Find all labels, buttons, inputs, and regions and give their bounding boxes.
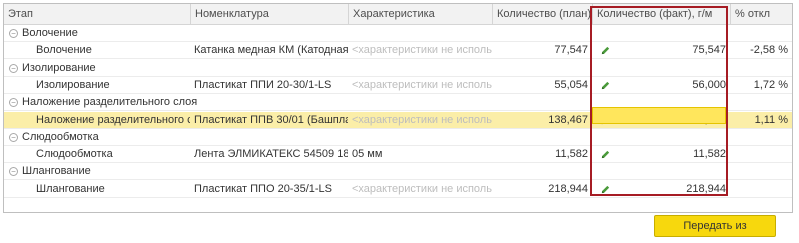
table-row[interactable]: Изолирование Пластикат ППИ 20-30/1-LS <хар…: [4, 77, 792, 94]
row-nomenclature: Пластикат ППО 20-35/1-LS: [194, 182, 332, 195]
table-row[interactable]: Слюдообмотка Лента ЭЛМИКАТЕКС 54509 183 05…: [4, 146, 792, 164]
group-name: Слюдообмотка: [22, 130, 99, 143]
group-row[interactable]: − Волочение: [4, 25, 792, 42]
row-nomenclature: Лента ЭЛМИКАТЕКС 54509 183: [194, 148, 348, 161]
transfer-from-production-button[interactable]: Передать из производства: [654, 215, 776, 243]
group-name: Наложение разделительного слоя: [22, 96, 198, 109]
row-stage: Наложение разделительного слоя: [36, 113, 190, 126]
row-characteristic: <характеристики не используются>: [352, 44, 492, 57]
collapse-toggle-icon[interactable]: −: [9, 63, 18, 73]
collapse-toggle-icon[interactable]: −: [9, 132, 18, 142]
row-nomenclature: Пластикат ППИ 20-30/1-LS: [194, 78, 332, 91]
qty-fact-active-cell[interactable]: [592, 107, 726, 124]
row-qty-fact[interactable]: 75,547: [610, 42, 730, 59]
row-qty-fact[interactable]: 11,582: [610, 146, 730, 163]
row-stage: Волочение: [36, 44, 92, 57]
col-header-qty-fact[interactable]: Количество (факт), г/м: [592, 4, 730, 25]
row-qty-plan: 55,054: [554, 78, 588, 91]
group-name: Волочение: [22, 27, 78, 39]
row-qty-fact[interactable]: 218,944: [610, 181, 730, 198]
row-stage: Изолирование: [36, 78, 110, 91]
group-name: Шлангование: [22, 165, 91, 178]
row-pct-dev: -2,58 %: [750, 44, 788, 57]
table-row[interactable]: Шлангование Пластикат ППО 20-35/1-LS <хара…: [4, 181, 792, 198]
row-characteristic: <характеристики не используются>: [352, 182, 492, 195]
col-header-pct-dev[interactable]: % откл: [730, 4, 792, 25]
pencil-icon[interactable]: [600, 149, 611, 160]
row-nomenclature: Пластикат ППВ 30/01 (Башпласт): [194, 113, 348, 126]
row-stage: Слюдообмотка: [36, 148, 113, 161]
row-stage: Шлангование: [36, 182, 105, 195]
group-row[interactable]: − Шлангование: [4, 163, 792, 181]
col-header-stage[interactable]: Этап: [4, 4, 190, 25]
group-row[interactable]: − Слюдообмотка: [4, 129, 792, 146]
col-header-nomenclature[interactable]: Номенклатура: [190, 4, 348, 25]
col-header-characteristic[interactable]: Характеристика: [348, 4, 492, 25]
collapse-toggle-icon[interactable]: −: [9, 98, 18, 108]
collapse-toggle-icon[interactable]: −: [9, 167, 18, 177]
pencil-icon[interactable]: [600, 184, 611, 195]
row-qty-plan: 138,467: [548, 113, 588, 126]
pencil-icon[interactable]: [600, 45, 611, 56]
row-characteristic: 05 мм: [352, 148, 383, 161]
group-name: Изолирование: [22, 61, 96, 74]
row-characteristic: <характеристики не используются>: [352, 113, 492, 126]
row-pct-dev: [730, 146, 792, 163]
group-row[interactable]: − Изолирование: [4, 60, 792, 77]
row-characteristic: <характеристики не используются>: [352, 78, 492, 91]
row-qty-fact[interactable]: 56,000: [610, 77, 730, 94]
row-pct-dev: 1,72 %: [753, 78, 788, 91]
row-pct-dev: [730, 181, 792, 198]
pencil-icon[interactable]: [600, 80, 611, 91]
row-qty-plan: 77,547: [554, 44, 588, 57]
row-pct-dev: 1,11 %: [754, 113, 788, 126]
table-row[interactable]: Волочение Катанка медная КМ (Катодная) <ха…: [4, 42, 792, 60]
row-qty-plan: 11,582: [555, 148, 588, 161]
collapse-toggle-icon[interactable]: −: [9, 29, 18, 38]
row-qty-plan: 218,944: [548, 182, 588, 195]
table-header: Этап Номенклатура Характеристика Количес…: [4, 4, 792, 25]
col-header-qty-plan[interactable]: Количество (план), г/м: [492, 4, 592, 25]
row-nomenclature: Катанка медная КМ (Катодная): [194, 44, 348, 57]
